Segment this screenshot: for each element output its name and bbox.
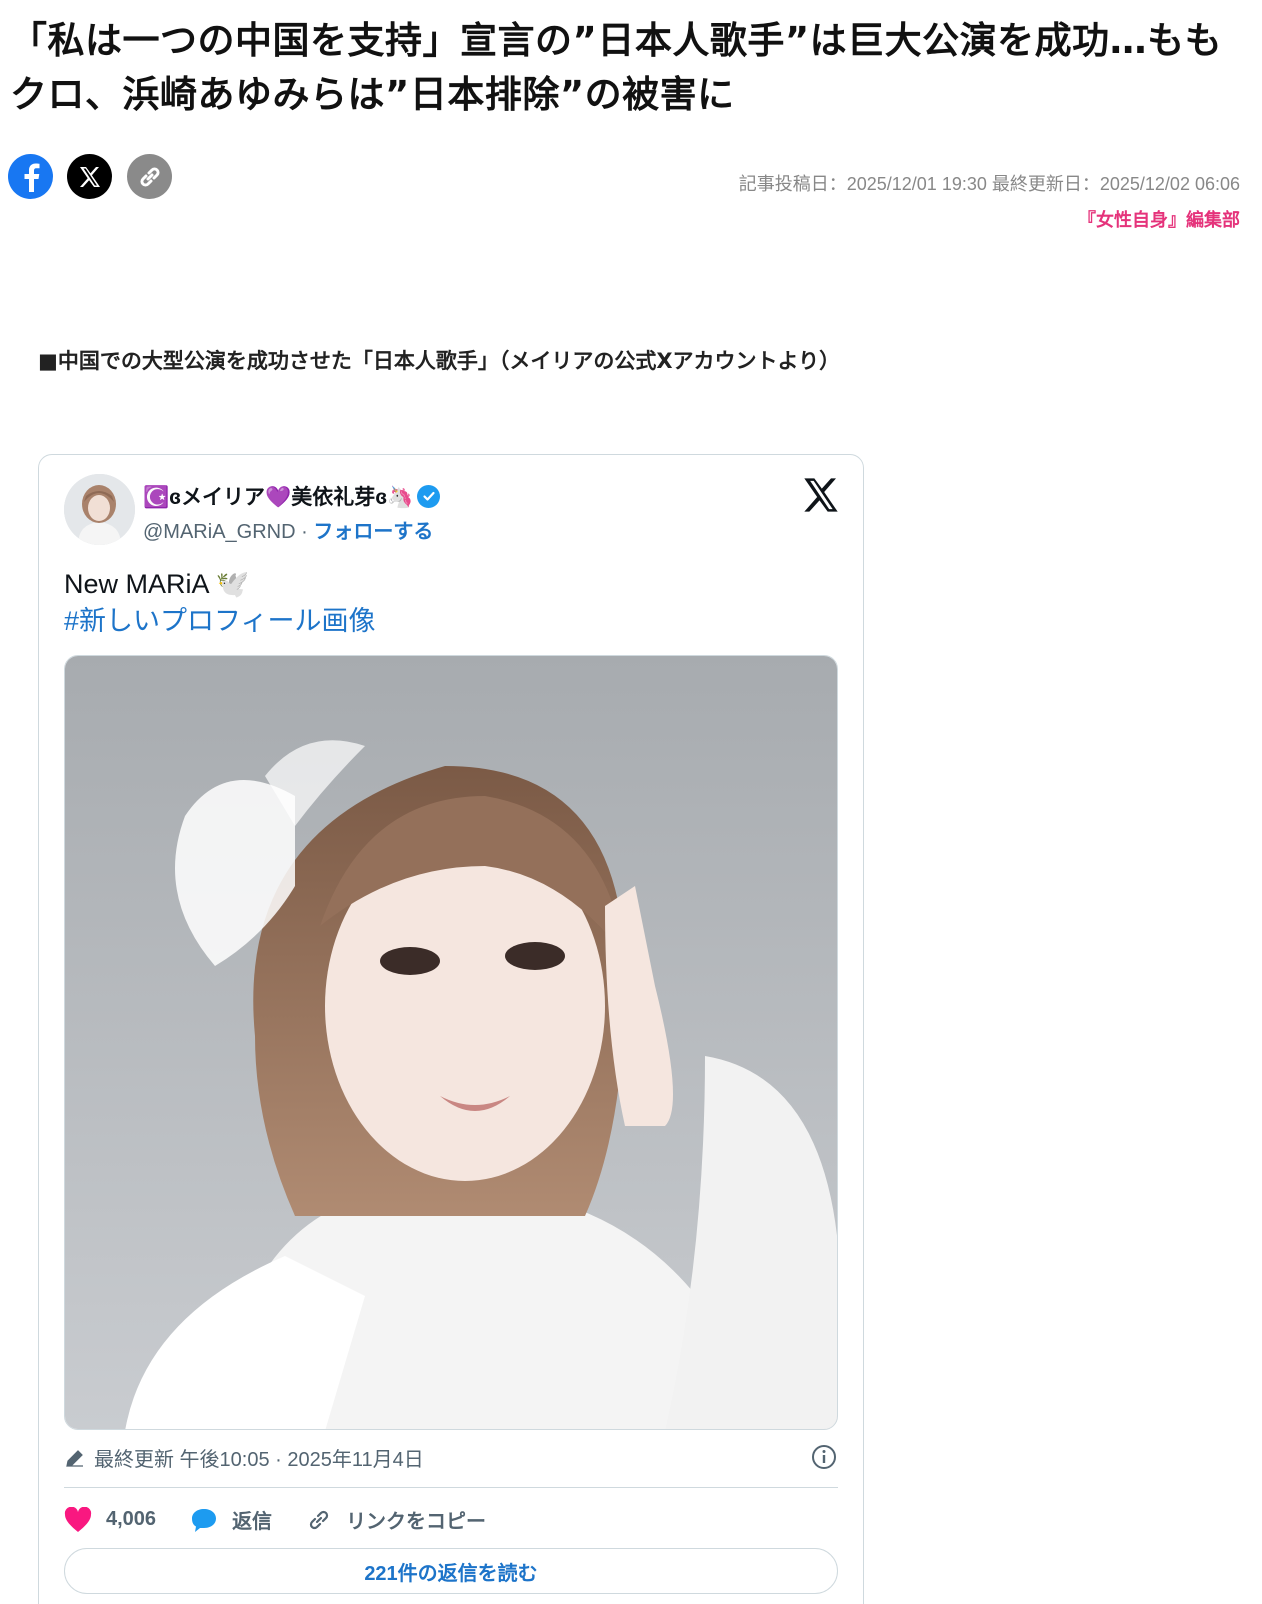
handle-separator: · <box>295 521 314 543</box>
tweet-handle[interactable]: @MARiA_GRND <box>143 521 296 543</box>
article-dates: 記事投稿日：2025/12/01 19:30 最終更新日：2025/12/02 … <box>738 174 1240 194</box>
x-share-button[interactable] <box>67 154 112 199</box>
like-count: 4,006 <box>106 1508 157 1530</box>
article-headline: 「私は一つの中国を支持」宣言の”日本人歌手”は巨大公演を成功…ももクロ、浜崎あゆ… <box>10 19 1223 116</box>
tweet-handle-row: @MARiA_GRND · フォローする <box>143 515 433 544</box>
tweet-text: New MARiA 🕊️ #新しいプロフィール画像 <box>64 566 375 640</box>
heart-icon <box>64 1506 92 1532</box>
reply-button[interactable]: 返信 <box>190 1505 272 1534</box>
tweet-timestamp[interactable]: 最終更新 午後10:05 · 2025年11月4日 <box>64 1443 424 1472</box>
tweet-hashtag-link[interactable]: #新しいプロフィール画像 <box>64 603 375 640</box>
avatar[interactable] <box>64 474 135 545</box>
link-icon <box>309 1510 329 1529</box>
embedded-tweet: ☪️ɞメイリア💜美依礼芽ɞ🦄 @MARiA_GRND · フォローする New … <box>38 454 864 1604</box>
tweet-photo[interactable] <box>64 655 838 1430</box>
speech-bubble-icon <box>192 1508 217 1532</box>
verified-badge-icon <box>417 484 441 508</box>
copy-link-share-button[interactable] <box>127 154 172 199</box>
reply-label: 返信 <box>232 1511 273 1533</box>
tweet-divider <box>64 1487 838 1488</box>
follow-button[interactable]: フォローする <box>313 521 433 543</box>
x-logo-icon[interactable] <box>801 475 841 515</box>
embed-caption: ■中国での大型公演を成功させた「日本人歌手」（メイリアの公式Xアカウントより） <box>38 349 841 373</box>
link-icon <box>139 166 160 187</box>
like-button[interactable]: 4,006 <box>64 1506 157 1533</box>
copy-link-label: リンクをコピー <box>346 1511 487 1533</box>
tweet-actions: 4,006 返信 リンクをコピー <box>64 1505 520 1534</box>
read-replies-button[interactable]: 221件の返信を読む <box>64 1548 838 1594</box>
info-icon[interactable] <box>810 1443 838 1471</box>
x-icon <box>79 166 100 187</box>
tweet-display-name[interactable]: ☪️ɞメイリア💜美依礼芽ɞ🦄 <box>143 481 441 511</box>
facebook-icon <box>24 163 39 192</box>
tweet-body: New MARiA 🕊️ <box>64 569 250 599</box>
edit-pencil-icon <box>66 1449 83 1467</box>
copy-link-button[interactable]: リンクをコピー <box>306 1505 486 1534</box>
article-author-link[interactable]: 『女性自身』編集部 <box>1078 206 1240 232</box>
facebook-share-button[interactable] <box>8 154 53 199</box>
